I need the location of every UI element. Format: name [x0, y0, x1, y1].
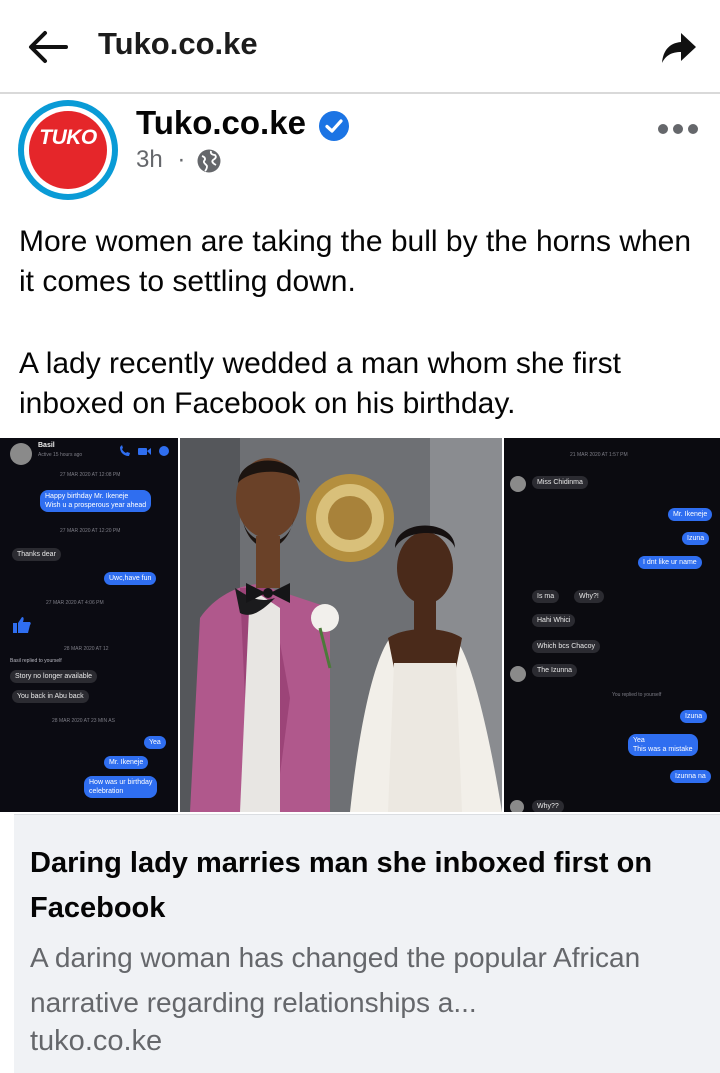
chat-message: Mr. Ikeneje [668, 508, 713, 521]
chat-message: Thanks dear [12, 548, 61, 561]
chat-message: Mr. Ikeneje [104, 756, 149, 769]
wedding-couple-illustration [180, 438, 502, 812]
chat-call-icons [120, 445, 169, 456]
contact-avatar [510, 800, 524, 812]
chat-message: You back in Abu back [12, 690, 89, 703]
globe-icon [197, 149, 221, 173]
chat-timestamp: 27 MAR 2020 AT 12:20 PM [60, 528, 121, 534]
post-paragraph-2: A lady recently wedded a man whom she fi… [19, 347, 621, 420]
chat-contact-status: Active 15 hours ago [38, 452, 83, 458]
chat-reply-note: You replied to yourself [612, 692, 662, 698]
chat-message: Izunna na [670, 770, 711, 783]
chat-timestamp: 28 MAR 2020 AT 23 MIN AS [52, 718, 115, 724]
contact-avatar [510, 476, 526, 492]
post-time[interactable]: 3h [136, 146, 163, 173]
verified-badge-icon [319, 111, 349, 141]
chat-message: Story no longer available [10, 670, 98, 683]
chat-timestamp: 28 MAR 2020 AT 12 [64, 646, 109, 652]
chat-message: Uwc,have fun [104, 572, 157, 585]
link-domain: tuko.co.ke [30, 1025, 163, 1057]
post-author-name[interactable]: Tuko.co.ke [136, 104, 306, 142]
post-paragraph-1: More women are taking the bull by the ho… [19, 225, 692, 298]
chat-timestamp: 27 MAR 2020 AT 12:08 PM [60, 472, 121, 478]
post-text: More women are taking the bull by the ho… [19, 222, 709, 424]
chat-message: Hahi Whici [532, 614, 576, 627]
link-preview-card[interactable]: Daring lady marries man she inboxed firs… [14, 814, 720, 1073]
post-image[interactable]: Basil Active 15 hours ago 27 MAR 2020 AT… [0, 438, 720, 812]
logo-text: TUKO [39, 126, 97, 149]
chat-timestamp: 21 MAR 2020 AT 1:57 PM [570, 452, 628, 458]
more-dots-icon[interactable] [656, 122, 700, 136]
avatar-logo-disc [29, 111, 107, 189]
chat-message: Miss Chidinma [532, 476, 588, 489]
chat-message: Why?? [532, 800, 564, 812]
thumbs-up-icon [13, 617, 31, 633]
wedding-photo [180, 438, 502, 812]
link-description: A daring woman has changed the popular A… [30, 942, 641, 1018]
arrow-left-icon[interactable] [26, 28, 68, 66]
chat-screenshot-left: Basil Active 15 hours ago 27 MAR 2020 AT… [0, 438, 178, 812]
chat-message: How was ur birthday celebration [84, 776, 158, 798]
chat-message: Why?! [574, 590, 604, 603]
chat-timestamp: 27 MAR 2020 AT 4:06 PM [46, 600, 104, 606]
meta-separator: · [177, 146, 186, 173]
chat-message: Yea This was a mistake [628, 734, 698, 756]
chat-message: Izuna [680, 710, 708, 723]
chat-message: Is ma [532, 590, 560, 603]
chat-message: Izuna [682, 532, 710, 545]
chat-reply-note: Basil replied to yourself [10, 658, 62, 664]
chat-message: Happy birthday Mr. Ikeneje Wish u a prosp… [40, 490, 152, 512]
contact-avatar [10, 443, 32, 465]
chat-contact-name: Basil [38, 442, 55, 449]
top-bar: Tuko.co.ke [0, 0, 720, 94]
chat-message: Yea [144, 736, 166, 749]
chat-message: The Izunna [532, 664, 578, 677]
chat-message: I dnt like ur name [638, 556, 702, 569]
page-title: Tuko.co.ke [98, 26, 258, 61]
contact-avatar [510, 666, 526, 682]
chat-screenshot-right: 21 MAR 2020 AT 1:57 PM Miss Chidinma Mr.… [504, 438, 720, 812]
post-meta: 3h · [136, 146, 185, 174]
page-avatar[interactable]: TUKO [18, 100, 118, 200]
share-arrow-icon[interactable] [660, 30, 698, 66]
link-title[interactable]: Daring lady marries man she inboxed firs… [30, 841, 690, 931]
chat-message: Which bcs Chacoy [532, 640, 600, 653]
